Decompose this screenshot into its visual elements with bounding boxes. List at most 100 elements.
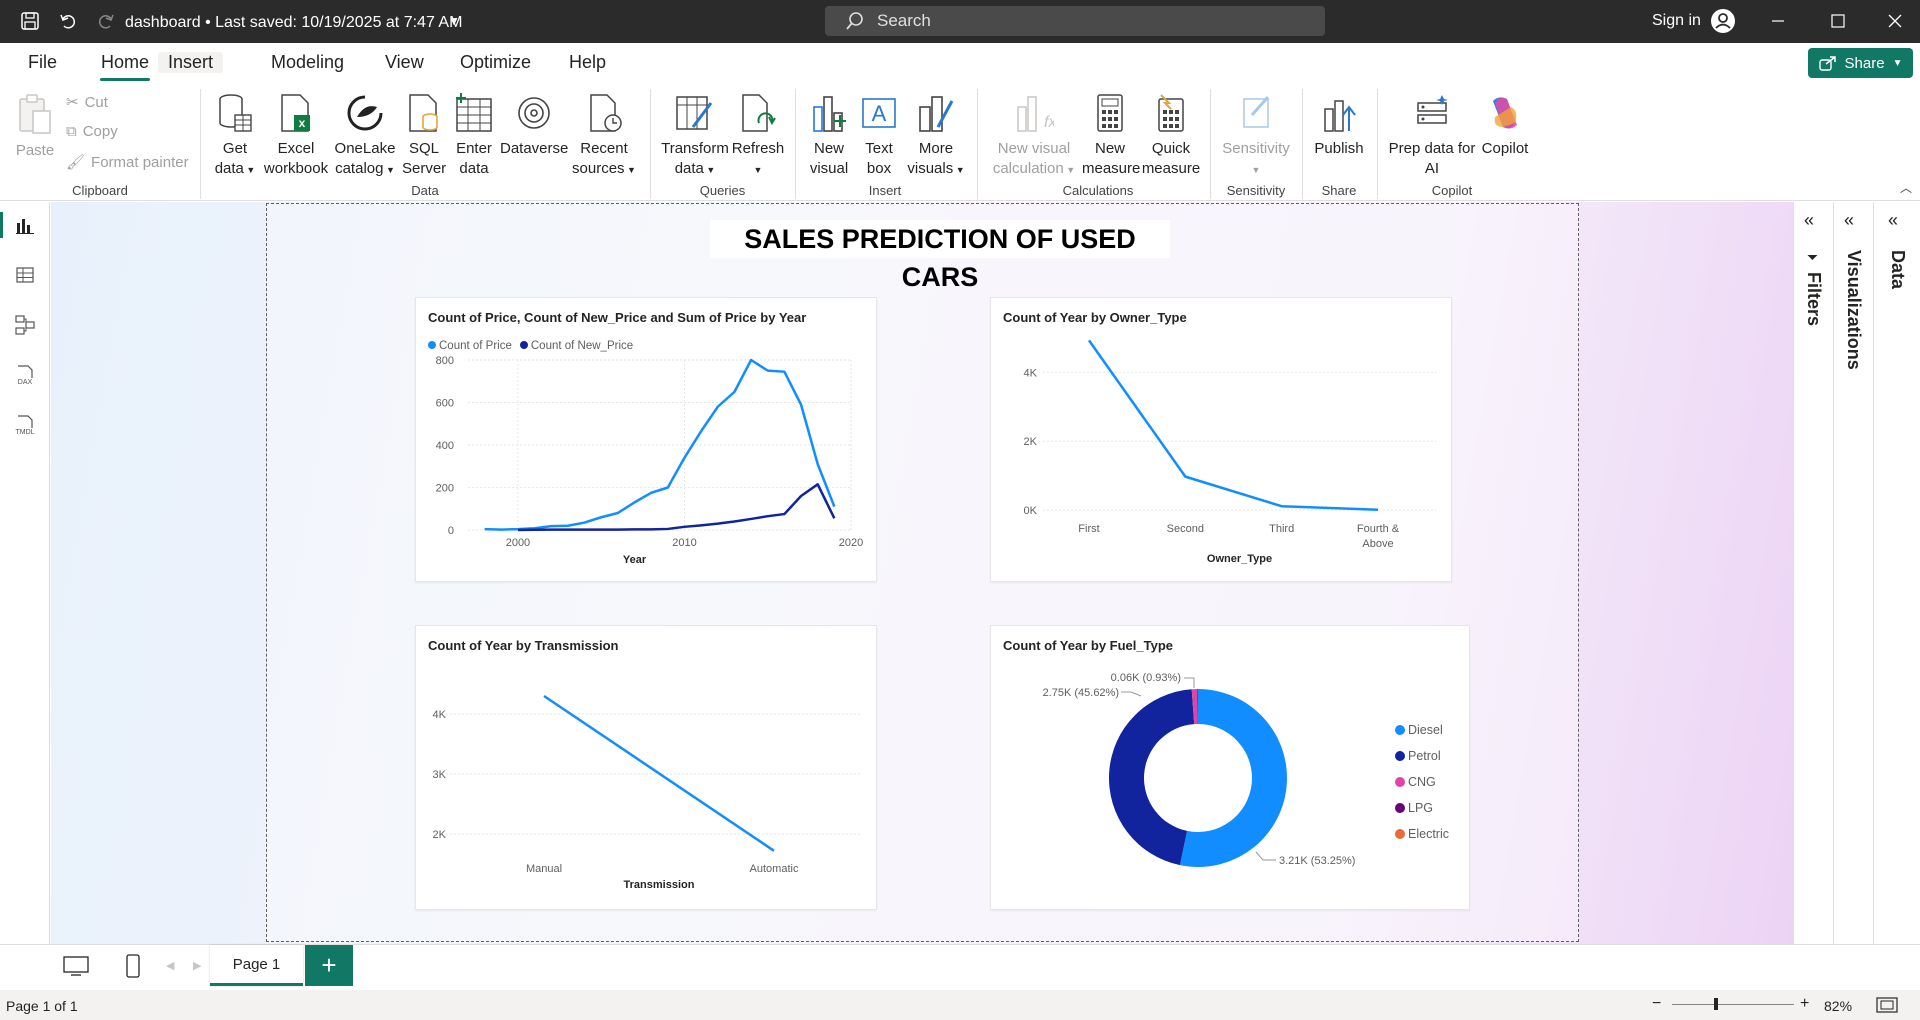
svg-text:x: x bbox=[299, 116, 306, 130]
onelake-catalog-button[interactable]: OneLake catalog ▼ bbox=[334, 93, 396, 180]
publish-button[interactable]: Publish bbox=[1310, 93, 1368, 159]
visual-transmission[interactable]: Count of Year by Transmission 2K 3K 4K Manu… bbox=[415, 625, 877, 910]
menu-bar: File Home Insert Modeling View Optimize … bbox=[0, 43, 1920, 81]
expand-icon[interactable]: « bbox=[1804, 210, 1814, 231]
transform-data-icon bbox=[676, 96, 713, 130]
recent-sources-button[interactable]: Recent sources ▼ bbox=[570, 93, 638, 180]
visual-fuel-type[interactable]: Count of Year by Fuel_Type 3.21K (53.25%… bbox=[990, 625, 1470, 910]
zoom-level[interactable]: 82% bbox=[1824, 998, 1852, 1014]
next-page-icon[interactable]: ▶ bbox=[193, 959, 201, 972]
minimize-icon[interactable] bbox=[1765, 8, 1791, 34]
dax-query-view-icon[interactable]: DAX bbox=[12, 362, 38, 388]
x-tick-label: Automatic bbox=[750, 863, 799, 875]
menu-insert[interactable]: Insert bbox=[158, 52, 224, 73]
dataverse-icon bbox=[518, 97, 550, 129]
menu-optimize[interactable]: Optimize bbox=[460, 52, 531, 73]
enter-data-button[interactable]: Enter data bbox=[452, 93, 496, 179]
zoom-in-icon[interactable]: + bbox=[1800, 995, 1809, 1013]
add-page-button[interactable]: + bbox=[305, 945, 353, 986]
sign-in-link[interactable]: Sign in bbox=[1652, 12, 1701, 30]
visualizations-pane-collapsed[interactable]: « Visualizations bbox=[1833, 202, 1873, 944]
y-tick-label: 4K bbox=[433, 709, 447, 721]
more-visuals-button[interactable]: More visuals ▼ bbox=[904, 93, 968, 180]
excel-workbook-button[interactable]: x Excel workbook bbox=[262, 93, 330, 179]
chevron-down-icon[interactable]: ▼ bbox=[448, 14, 460, 28]
search-box[interactable]: Search bbox=[825, 6, 1325, 36]
new-visual-calc-label-1: New visual bbox=[997, 140, 1071, 157]
new-measure-button[interactable]: New measure bbox=[1082, 93, 1141, 179]
y-tick-label: 3K bbox=[433, 769, 447, 781]
visual-owner-type[interactable]: Count of Year by Owner_Type 0K 2K 4K First S… bbox=[990, 297, 1452, 582]
zoom-slider[interactable] bbox=[1672, 1004, 1794, 1005]
desktop-layout-icon[interactable] bbox=[62, 955, 90, 980]
document-title[interactable]: dashboard • Last saved: 10/19/2025 at 7:… bbox=[125, 14, 462, 32]
expand-icon[interactable]: « bbox=[1888, 210, 1898, 231]
page-tab[interactable]: Page 1 bbox=[210, 945, 303, 986]
menu-file[interactable]: File bbox=[28, 52, 57, 73]
collapse-ribbon-icon[interactable]: ︿ bbox=[1900, 179, 1912, 196]
menu-modeling[interactable]: Modeling bbox=[271, 52, 344, 73]
menu-view[interactable]: View bbox=[385, 52, 424, 73]
dataverse-button[interactable]: Dataverse bbox=[500, 93, 568, 159]
get-data-button[interactable]: Get data ▼ bbox=[212, 93, 258, 180]
prep-label-1: Prep data for bbox=[1388, 140, 1476, 157]
tmdl-view-icon[interactable]: TMDL bbox=[12, 412, 38, 438]
share-button[interactable]: Share ▼ bbox=[1808, 48, 1913, 78]
fit-to-page-icon[interactable] bbox=[1876, 997, 1898, 1016]
quick-measure-label-1: Quick bbox=[1151, 140, 1191, 157]
refresh-button[interactable]: Refresh ▼ bbox=[730, 93, 786, 180]
menu-help[interactable]: Help bbox=[569, 52, 606, 73]
menu-home[interactable]: Home bbox=[101, 52, 149, 73]
transform-data-button[interactable]: Transform data ▼ bbox=[660, 93, 730, 180]
quick-measure-button[interactable]: Quick measure bbox=[1140, 93, 1202, 179]
save-icon[interactable] bbox=[17, 8, 43, 34]
close-icon[interactable] bbox=[1882, 8, 1908, 34]
new-measure-label-2: measure bbox=[1082, 160, 1141, 177]
table-view-icon[interactable] bbox=[12, 262, 38, 288]
divider bbox=[977, 89, 978, 199]
active-view-indicator bbox=[0, 212, 3, 238]
previous-page-icon[interactable]: ◀ bbox=[166, 959, 174, 972]
expand-icon[interactable]: « bbox=[1844, 210, 1854, 231]
calculator-icon bbox=[1097, 94, 1123, 132]
filters-pane-collapsed[interactable]: « ⏷ Filters bbox=[1793, 202, 1833, 944]
report-page: SALES PREDICTION OF USED CARS Count of P… bbox=[266, 203, 1579, 942]
copilot-icon bbox=[1493, 97, 1517, 129]
new-visual-button[interactable]: New visual bbox=[806, 93, 852, 179]
sql-server-button[interactable]: SQL Server bbox=[402, 93, 446, 179]
zoom-out-icon[interactable]: − bbox=[1652, 995, 1661, 1013]
excel-label-1: Excel bbox=[277, 140, 315, 157]
recent-label-2: sources bbox=[572, 160, 625, 177]
svg-text:fx: fx bbox=[1044, 114, 1054, 131]
undo-icon[interactable] bbox=[55, 8, 81, 34]
copy-button: ⧉ Copy bbox=[66, 123, 118, 140]
report-title[interactable]: SALES PREDICTION OF USED CARS bbox=[710, 220, 1170, 292]
transform-label-1: Transform bbox=[661, 140, 729, 157]
text-box-button[interactable]: A Text box bbox=[856, 93, 902, 179]
group-label-insert: Insert bbox=[868, 183, 902, 198]
data-pane-collapsed[interactable]: « Data bbox=[1873, 202, 1920, 944]
visual-price-by-year[interactable]: Count of Price, Count of New_Price and S… bbox=[415, 297, 877, 582]
copilot-button[interactable]: Copilot bbox=[1478, 93, 1532, 159]
sensitivity-icon bbox=[1243, 96, 1270, 128]
maximize-icon[interactable] bbox=[1825, 8, 1851, 34]
y-tick-label: 200 bbox=[436, 483, 454, 495]
page-tabs-bar: ◀ ▶ Page 1 + bbox=[0, 944, 1920, 990]
leader-line bbox=[1255, 851, 1276, 861]
enter-data-label-2: data bbox=[459, 160, 489, 177]
zoom-slider-thumb[interactable] bbox=[1714, 998, 1718, 1010]
report-view-icon[interactable] bbox=[12, 212, 38, 238]
legend-marker bbox=[1395, 725, 1405, 735]
prep-label-2: AI bbox=[1424, 160, 1440, 177]
x-axis-title: Year bbox=[623, 554, 647, 566]
excel-label-2: workbook bbox=[263, 160, 329, 177]
onelake-icon bbox=[347, 95, 383, 131]
page-tab-label: Page 1 bbox=[232, 955, 281, 973]
model-view-icon[interactable] bbox=[12, 312, 38, 338]
refresh-icon bbox=[742, 94, 776, 132]
prep-data-for-ai-button[interactable]: Prep data for AI bbox=[1386, 93, 1478, 179]
line-chart: 0K 2K 4K First Second Third Fourth & Above Owner… bbox=[1024, 339, 1436, 565]
account-icon[interactable] bbox=[1710, 8, 1736, 34]
y-tick-label: 0K bbox=[1024, 505, 1038, 517]
mobile-layout-icon[interactable] bbox=[125, 953, 141, 982]
